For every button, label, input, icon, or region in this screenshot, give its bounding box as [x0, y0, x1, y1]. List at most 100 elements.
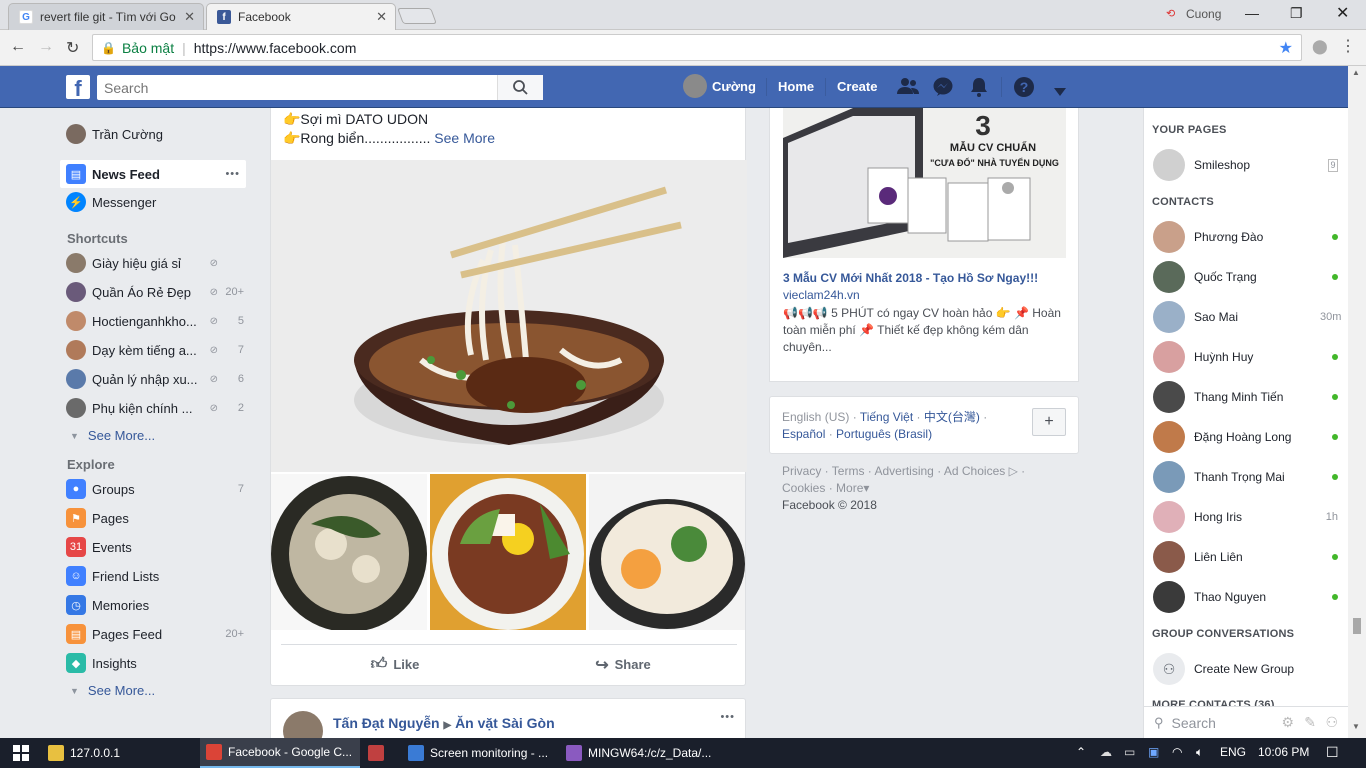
reload-icon[interactable]: ↻: [66, 38, 79, 58]
sidebar-item-explore[interactable]: ◷ Memories: [60, 592, 248, 618]
sidebar-item-explore[interactable]: 31 Events: [60, 534, 248, 560]
close-window-icon[interactable]: ✕: [1336, 3, 1349, 23]
post-options-icon[interactable]: •••: [720, 711, 735, 723]
scroll-up-icon[interactable]: ▲: [1352, 68, 1360, 77]
sidebar-item-shortcut[interactable]: Quản lý nhập xu... ⊘ 6: [60, 366, 248, 392]
fb-search-box[interactable]: [97, 75, 543, 100]
bookmark-star-icon[interactable]: ★: [1279, 38, 1293, 58]
facebook-logo-icon[interactable]: f: [66, 75, 90, 101]
sidebar-item-explore[interactable]: ▤ Pages Feed 20+: [60, 621, 248, 647]
taskbar-item[interactable]: MINGW64:/c/z_Data/...: [560, 738, 716, 768]
back-icon[interactable]: ←: [10, 38, 26, 56]
sidebar-item-shortcut[interactable]: Dạy kèm tiếng a... ⊘ 7: [60, 337, 248, 363]
sidebar-item-messenger[interactable]: ⚡ Messenger: [60, 189, 248, 215]
wifi-icon[interactable]: ◠: [1172, 745, 1182, 759]
contact-item[interactable]: Thanh Trọng Mai: [1144, 457, 1344, 497]
more-options-icon[interactable]: •••: [225, 168, 246, 180]
add-language-button[interactable]: +: [1032, 408, 1066, 436]
post-thumb-photo[interactable]: [589, 474, 745, 630]
url-bar[interactable]: 🔒 Bảo mật | https://www.facebook.com ★: [92, 34, 1302, 61]
menu-dots-icon[interactable]: ⋮: [1340, 36, 1356, 56]
notifications-icon[interactable]: ☐: [1326, 744, 1339, 761]
user-avatar[interactable]: [683, 74, 707, 98]
contact-item[interactable]: Thang Minh Tiến: [1144, 377, 1344, 417]
contact-item[interactable]: Hong Iris 1h: [1144, 497, 1344, 537]
language-indicator[interactable]: ENG: [1220, 745, 1246, 759]
ad-image[interactable]: 3 MẪU CV CHUẨN "CƯA ĐỔ" NHÀ TUYỂN DỤNG: [783, 108, 1066, 258]
taskbar-item[interactable]: Screen monitoring - ...: [402, 738, 554, 768]
post-main-photo[interactable]: [271, 160, 747, 472]
contact-item[interactable]: Đặng Hoàng Long: [1144, 417, 1344, 457]
language-link[interactable]: Español: [782, 427, 825, 441]
start-button[interactable]: [4, 738, 38, 768]
sidebar-item-shortcut[interactable]: Quần Áo Rẻ Đẹp ⊘ 20+: [60, 279, 248, 305]
footer-link[interactable]: Privacy: [782, 464, 821, 478]
sidebar-item-news-feed[interactable]: ▤ News Feed •••: [60, 160, 246, 188]
taskbar-item[interactable]: Facebook - Google C...: [200, 738, 360, 768]
compose-icon[interactable]: ✎: [1304, 714, 1316, 731]
page-scrollbar[interactable]: ▲ ▼: [1348, 66, 1366, 738]
tray-app-icon[interactable]: ☁: [1100, 745, 1112, 759]
chat-search-box[interactable]: ⚲ Search ⚙ ✎ ⚇: [1144, 706, 1348, 738]
contact-item[interactable]: Phương Đào: [1144, 217, 1344, 257]
post-thumb-photo[interactable]: [271, 474, 427, 630]
home-link[interactable]: Home: [778, 79, 814, 94]
minimize-icon[interactable]: —: [1245, 5, 1259, 21]
create-link[interactable]: Create: [837, 79, 877, 94]
see-more-shortcuts[interactable]: ▼ See More...: [70, 428, 155, 443]
contact-item[interactable]: Thao Nguyen: [1144, 577, 1344, 617]
gear-icon[interactable]: ⚙: [1281, 714, 1294, 731]
create-group-button[interactable]: ⚇ Create New Group: [1144, 649, 1344, 689]
post-author-link[interactable]: Tấn Đạt Nguyễn: [333, 715, 440, 731]
clock[interactable]: 10:06 PM: [1258, 745, 1309, 759]
browser-tab-facebook[interactable]: f Facebook ✕: [206, 3, 396, 30]
browser-tab-google[interactable]: G revert file git - Tìm với Go ✕: [8, 3, 204, 30]
page-item[interactable]: Smileshop 9: [1144, 145, 1344, 185]
contact-item[interactable]: Quốc Trạng: [1144, 257, 1344, 297]
tray-expand-icon[interactable]: ⌃: [1076, 745, 1086, 759]
tray-battery-icon[interactable]: ▭: [1124, 745, 1135, 759]
tray-app-icon[interactable]: ▣: [1148, 745, 1159, 759]
language-link[interactable]: Português (Brasil): [836, 427, 932, 441]
avatar[interactable]: [283, 711, 323, 738]
footer-link[interactable]: Ad Choices: [944, 464, 1005, 478]
new-tab-button[interactable]: [397, 8, 437, 24]
like-button[interactable]: 👍︎ Like: [281, 645, 509, 684]
see-more-link[interactable]: See More: [434, 130, 495, 146]
post-thumb-photo[interactable]: [430, 474, 586, 630]
volume-icon[interactable]: 🔈︎: [1196, 745, 1203, 760]
maximize-icon[interactable]: ❐: [1290, 5, 1303, 22]
footer-link[interactable]: Advertising: [874, 464, 933, 478]
friend-requests-icon[interactable]: [897, 77, 919, 100]
profile-name[interactable]: Cuong: [1186, 7, 1221, 21]
sidebar-item-explore[interactable]: ☺ Friend Lists: [60, 563, 248, 589]
help-icon[interactable]: ?: [1014, 77, 1034, 102]
sidebar-item-shortcut[interactable]: Phụ kiện chính ... ⊘ 2: [60, 395, 248, 421]
sidebar-item-explore[interactable]: ● Groups 7: [60, 476, 248, 502]
close-tab-icon[interactable]: ✕: [376, 9, 387, 25]
messenger-icon[interactable]: [933, 77, 953, 102]
fb-search-input[interactable]: [97, 79, 497, 96]
sidebar-item-explore[interactable]: ⚑ Pages: [60, 505, 248, 531]
footer-link[interactable]: More: [836, 481, 863, 495]
language-link[interactable]: 中文(台灣): [924, 410, 980, 424]
post-group-link[interactable]: Ăn vặt Sài Gòn: [455, 715, 555, 731]
contact-item[interactable]: Sao Mai 30m: [1144, 297, 1344, 337]
ad-domain[interactable]: vieclam24h.vn: [783, 288, 860, 302]
ad-title-link[interactable]: 3 Mẫu CV Mới Nhất 2018 - Tạo Hồ Sơ Ngay!…: [783, 271, 1073, 285]
forward-icon[interactable]: →: [38, 38, 54, 56]
profile-link[interactable]: Cường: [712, 79, 756, 94]
account-menu-icon[interactable]: [1054, 81, 1066, 101]
scroll-down-icon[interactable]: ▼: [1352, 722, 1360, 731]
share-button[interactable]: ↪ Share: [509, 645, 737, 684]
profile-shortcut[interactable]: Trần Cường: [60, 121, 248, 147]
contact-item[interactable]: Liên Liên: [1144, 537, 1344, 577]
search-icon[interactable]: [497, 75, 543, 100]
footer-link[interactable]: Cookies: [782, 481, 825, 495]
taskbar-item[interactable]: [362, 738, 398, 768]
notifications-bell-icon[interactable]: [970, 77, 988, 102]
close-tab-icon[interactable]: ✕: [184, 9, 195, 25]
see-more-explore[interactable]: ▼ See More...: [70, 683, 155, 698]
contact-item[interactable]: Huỳnh Huy: [1144, 337, 1344, 377]
language-link[interactable]: Tiếng Việt: [860, 410, 913, 424]
